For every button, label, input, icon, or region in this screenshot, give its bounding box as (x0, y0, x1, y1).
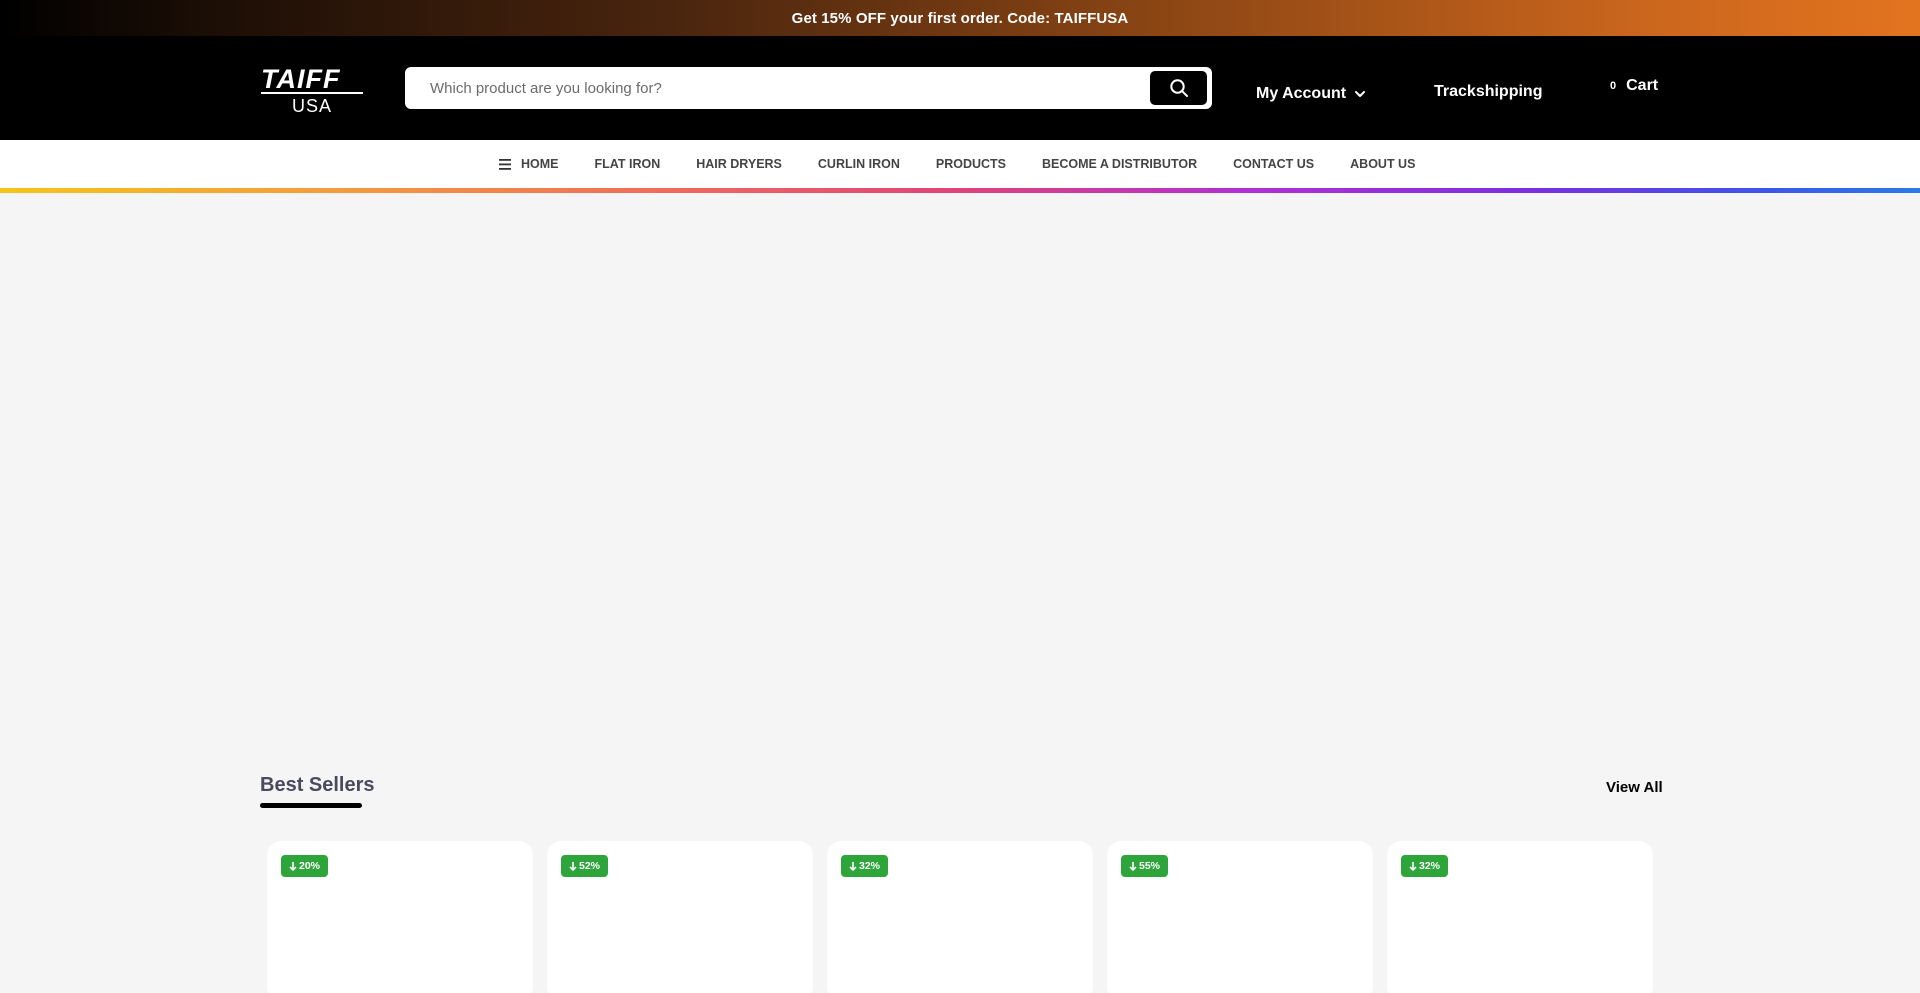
nav-item-contact-us[interactable]: CONTACT US (1233, 157, 1314, 171)
discount-value: 32% (1419, 860, 1441, 872)
logo-brand: TAIFF (261, 64, 341, 94)
rainbow-divider (0, 188, 1920, 193)
search-button[interactable] (1150, 71, 1207, 105)
nav-label-products: PRODUCTS (935, 157, 1007, 171)
taiff-usa-logo[interactable]: TAIFF USA (261, 64, 365, 116)
nav-item-curlin-iron[interactable]: CURLIN IRON (818, 157, 900, 171)
discount-value: 20% (299, 860, 321, 872)
product-card[interactable]: 32% (827, 841, 1093, 993)
nav-label-flat-iron: FLAT IRON (594, 157, 661, 171)
view-all-link[interactable]: View All (1606, 779, 1663, 796)
product-card[interactable]: 52% (547, 841, 813, 993)
nav-item-hair-dryers[interactable]: HAIR DRYERS (696, 157, 782, 171)
nav-label-home: HOME (521, 157, 559, 171)
arrow-down-icon (1129, 862, 1137, 871)
nav-item-become-a-distributor[interactable]: BECOME A DISTRIBUTOR (1042, 157, 1197, 171)
nav-item-home[interactable]: HOME (499, 157, 559, 171)
nav-label-curlin-iron: CURLIN IRON (817, 157, 900, 171)
arrow-down-icon (289, 862, 297, 871)
announcement-bar: Get 15% OFF your first order. Code: TAIF… (0, 0, 1920, 36)
main-nav: HOME FLAT IRON HAIR DRYERS CURLIN IRON P… (0, 140, 1920, 188)
discount-badge: 55% (1121, 855, 1169, 877)
nav-label-about-us: ABOUT US (1350, 157, 1416, 171)
discount-badge: 32% (1401, 855, 1449, 877)
nav-item-about-us[interactable]: ABOUT US (1350, 157, 1415, 171)
cart-count: 0 (1610, 80, 1617, 92)
arrow-down-icon (569, 862, 577, 871)
search-bar (405, 67, 1212, 109)
discount-badge: 32% (841, 855, 889, 877)
arrow-down-icon (849, 862, 857, 871)
announcement-text: Get 15% OFF your first order. Code: TAIF… (791, 9, 1129, 27)
my-account-label: My Account (1256, 85, 1347, 102)
logo-divider (261, 92, 363, 94)
discount-badge: 20% (281, 855, 329, 877)
nav-item-flat-iron[interactable]: FLAT IRON (595, 157, 661, 171)
cart-label: Cart (1626, 77, 1659, 94)
search-icon (1169, 79, 1188, 97)
logo-sub: USA (291, 96, 332, 116)
best-sellers-underline (260, 803, 362, 808)
trackshipping-label: Trackshipping (1434, 83, 1543, 100)
best-sellers-title: Best Sellers (260, 774, 375, 796)
chevron-down-icon (1355, 91, 1366, 97)
nav-label-hair-dryers: HAIR DRYERS (696, 157, 782, 171)
search-input[interactable] (405, 67, 1145, 109)
nav-label-contact-us: CONTACT US (1233, 157, 1315, 171)
cart-button[interactable]: 0 Cart (1610, 77, 1658, 95)
discount-badge: 52% (561, 855, 609, 877)
trackshipping-link[interactable]: Trackshipping (1434, 83, 1542, 101)
product-card[interactable]: 20% (267, 841, 533, 993)
product-card[interactable]: 55% (1107, 841, 1373, 993)
discount-value: 52% (579, 860, 601, 872)
nav-label-become-a-distributor: BECOME A DISTRIBUTOR (1042, 157, 1198, 171)
arrow-down-icon (1409, 862, 1417, 871)
discount-value: 55% (1139, 860, 1161, 872)
nav-item-products[interactable]: PRODUCTS (936, 157, 1006, 171)
discount-value: 32% (859, 860, 881, 872)
menu-icon (499, 158, 511, 170)
my-account-menu[interactable]: My Account (1256, 83, 1366, 105)
site-header: TAIFF USA My Account Trackshipping 0 Car… (0, 36, 1920, 140)
product-card[interactable]: 32% (1387, 841, 1653, 993)
